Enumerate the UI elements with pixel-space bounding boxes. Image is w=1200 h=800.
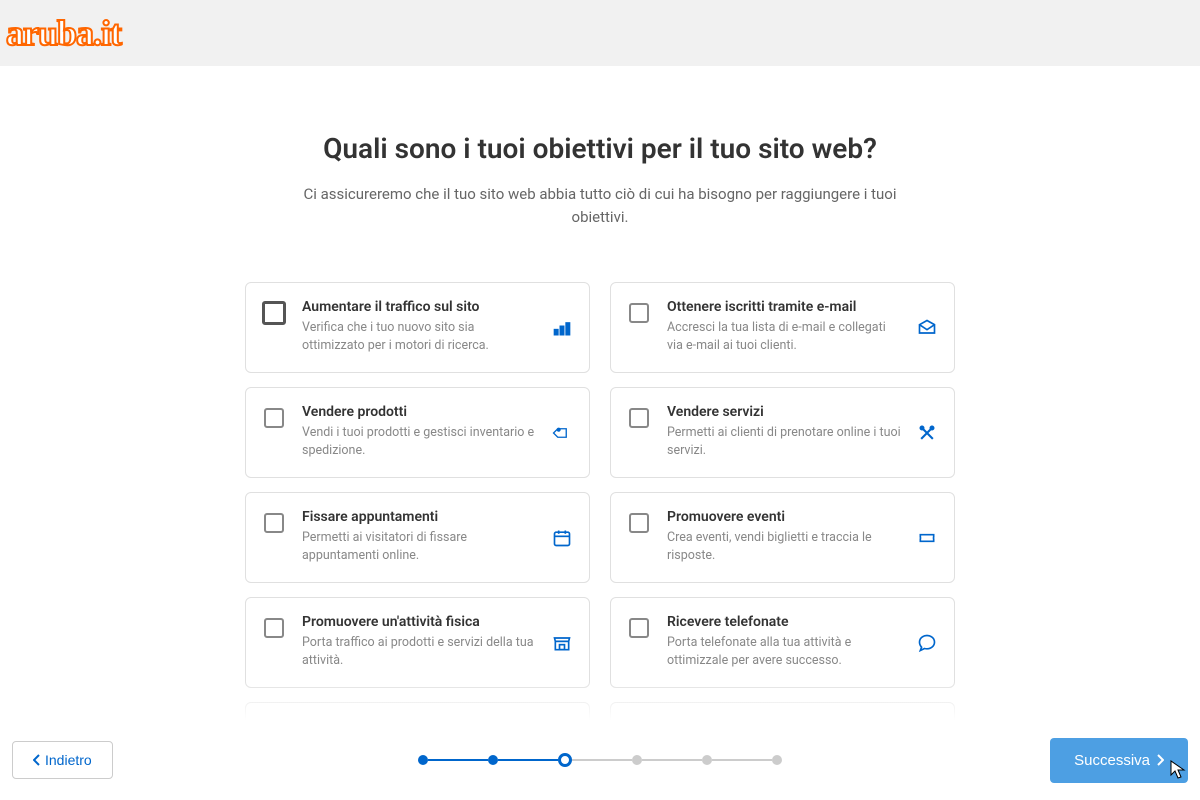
card-description: Vendi i tuoi prodotti e gestisci inventa…	[302, 424, 571, 459]
card-description: Verifica che i tuo nuovo sito sia ottimi…	[302, 319, 571, 354]
checkbox[interactable]	[629, 513, 649, 533]
main-content: Quali sono i tuoi obiettivi per il tuo s…	[120, 66, 1080, 778]
goal-card[interactable]: Ottenere iscritti tramite e-mail Accresci…	[610, 282, 955, 373]
next-button[interactable]: Successiva	[1050, 738, 1188, 783]
page-title: Quali sono i tuoi obiettivi per il tuo s…	[120, 132, 1080, 165]
card-title: Promuovere eventi	[667, 509, 936, 525]
progress-stepper	[418, 753, 782, 767]
goal-card[interactable]: Fissare appuntamenti Permetti ai visitato…	[245, 492, 590, 583]
step-line	[712, 759, 772, 761]
goal-card[interactable]: Promuovere eventi Crea eventi, vendi bigl…	[610, 492, 955, 583]
tools-icon	[916, 422, 938, 444]
chevron-right-icon	[1156, 754, 1164, 766]
step-dot	[488, 755, 498, 765]
goal-card[interactable]: Vendere prodotti Vendi i tuoi prodotti e …	[245, 387, 590, 478]
card-description: Porta telefonate alla tua attività e ott…	[667, 634, 936, 669]
back-button[interactable]: Indietro	[12, 741, 113, 779]
card-title: Fissare appuntamenti	[302, 509, 571, 525]
tag-icon	[551, 422, 573, 444]
scroll-fade	[0, 680, 1200, 720]
checkbox[interactable]	[264, 618, 284, 638]
goal-card[interactable]: Vendere servizi Permetti ai clienti di pr…	[610, 387, 955, 478]
store-icon	[551, 632, 573, 654]
card-title: Promuovere un'attività fisica	[302, 614, 571, 630]
card-title: Vendere servizi	[667, 404, 936, 420]
step-dot	[632, 755, 642, 765]
card-description: Accresci la tua lista di e-mail e colleg…	[667, 319, 936, 354]
logo: aruba.it	[6, 12, 121, 54]
card-title: Ottenere iscritti tramite e-mail	[667, 299, 936, 315]
card-description: Crea eventi, vendi biglietti e traccia l…	[667, 529, 936, 564]
next-label: Successiva	[1074, 752, 1150, 769]
checkbox[interactable]	[264, 513, 284, 533]
step-dot	[418, 755, 428, 765]
back-label: Indietro	[45, 752, 92, 768]
card-description: Porta traffico ai prodotti e servizi del…	[302, 634, 571, 669]
step-line	[498, 759, 558, 761]
goal-card[interactable]: Ricevere telefonate Porta telefonate alla…	[610, 597, 955, 688]
card-title: Vendere prodotti	[302, 404, 571, 420]
header: aruba.it	[0, 0, 1200, 66]
ticket-icon	[916, 527, 938, 549]
footer: Indietro Successiva	[0, 720, 1200, 800]
step-dot	[772, 755, 782, 765]
step-line	[642, 759, 702, 761]
chevron-left-icon	[33, 754, 41, 766]
chat-icon	[916, 632, 938, 654]
step-dot	[558, 753, 572, 767]
checkbox[interactable]	[629, 408, 649, 428]
step-line	[428, 759, 488, 761]
checkbox[interactable]	[264, 408, 284, 428]
card-title: Ricevere telefonate	[667, 614, 936, 630]
goal-card[interactable]: Aumentare il traffico sul sito Verifica c…	[245, 282, 590, 373]
card-description: Permetti ai visitatori di fissare appunt…	[302, 529, 571, 564]
card-title: Aumentare il traffico sul sito	[302, 299, 571, 315]
bars-icon	[551, 317, 573, 339]
checkbox[interactable]	[629, 618, 649, 638]
checkbox[interactable]	[629, 303, 649, 323]
goal-card[interactable]: Promuovere un'attività fisica Porta traff…	[245, 597, 590, 688]
step-line	[572, 759, 632, 761]
calendar-icon	[551, 527, 573, 549]
checkbox[interactable]	[262, 301, 286, 325]
mail-icon	[916, 317, 938, 339]
card-description: Permetti ai clienti di prenotare online …	[667, 424, 936, 459]
page-subtitle: Ci assicureremo che il tuo sito web abbi…	[300, 183, 900, 228]
step-dot	[702, 755, 712, 765]
